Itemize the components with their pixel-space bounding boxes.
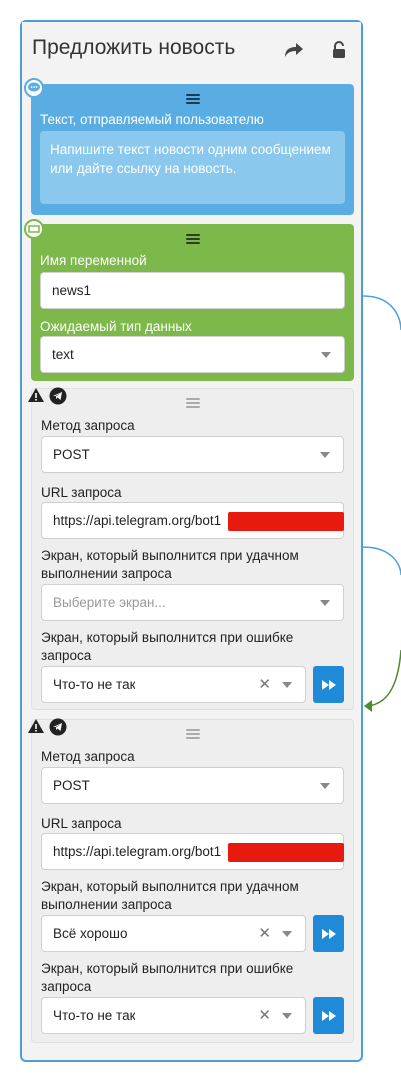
fast-forward-icon	[321, 1010, 336, 1021]
method-value: POST	[53, 778, 90, 793]
chevron-down-icon	[320, 783, 330, 789]
card-header: Предложить новость	[22, 22, 361, 78]
warning-icon	[27, 718, 45, 739]
input-field-icon	[24, 219, 44, 239]
error-screen-value: Что-то не так	[53, 1008, 136, 1023]
chat-bubble-icon	[24, 78, 44, 98]
message-text[interactable]: Напишите текст новости одним сообщением …	[40, 131, 345, 204]
connector-line	[362, 546, 401, 576]
chevron-down-icon	[321, 352, 331, 358]
drag-handle-icon[interactable]	[185, 234, 200, 244]
success-screen-value: Всё хорошо	[53, 926, 128, 941]
error-screen-value: Что-то не так	[53, 677, 136, 692]
connector-arrow	[364, 700, 372, 712]
success-screen-placeholder: Выберите экран...	[53, 595, 166, 610]
url-label: URL запроса	[41, 485, 122, 500]
method-value: POST	[53, 447, 90, 462]
drag-handle-icon[interactable]	[185, 398, 200, 408]
method-label: Метод запроса	[41, 418, 135, 433]
fast-forward-icon	[321, 928, 336, 939]
url-input[interactable]: https://api.telegram.org/bot1	[41, 502, 344, 539]
error-screen-label: Экран, который выполнится при ошибке зап…	[41, 630, 294, 663]
data-type-select[interactable]: text	[40, 336, 345, 373]
clear-icon[interactable]: ✕	[258, 924, 271, 942]
drag-handle-icon[interactable]	[185, 94, 200, 104]
variable-name-label: Имя переменной	[40, 253, 147, 268]
chevron-down-icon	[320, 600, 330, 606]
go-to-screen-button[interactable]	[313, 666, 344, 703]
http-request-block[interactable]: Метод запроса POST URL запроса https://a…	[31, 719, 354, 1043]
input-block[interactable]: Имя переменной news1 Ожидаемый тип данны…	[31, 224, 354, 381]
data-type-label: Ожидаемый тип данных	[40, 319, 192, 334]
error-screen-select[interactable]: Что-то не так ✕	[41, 666, 306, 703]
success-screen-label: Экран, который выполнится при удачном вы…	[41, 879, 299, 912]
error-screen-select[interactable]: Что-то не так ✕	[41, 997, 306, 1034]
url-value: https://api.telegram.org/bot1	[53, 513, 222, 528]
method-label: Метод запроса	[41, 749, 135, 764]
method-select[interactable]: POST	[41, 767, 344, 804]
telegram-icon	[49, 718, 67, 741]
clear-icon[interactable]: ✕	[258, 675, 271, 693]
chevron-down-icon	[282, 682, 292, 688]
http-request-block[interactable]: Метод запроса POST URL запроса https://a…	[31, 388, 354, 710]
url-input[interactable]: https://api.telegram.org/bot1	[41, 833, 344, 870]
share-arrow-icon[interactable]	[282, 38, 306, 62]
variable-name-value: news1	[52, 283, 92, 298]
success-screen-label: Экран, который выполнится при удачном вы…	[41, 548, 299, 581]
clear-icon[interactable]: ✕	[258, 1006, 271, 1024]
warning-icon	[27, 387, 45, 408]
screen-title: Предложить новость	[32, 36, 236, 59]
variable-name-input[interactable]: news1	[40, 272, 345, 309]
connector-line	[362, 295, 401, 331]
telegram-icon	[49, 387, 67, 410]
data-type-value: text	[52, 347, 74, 362]
error-screen-label: Экран, который выполнится при ошибке зап…	[41, 961, 294, 994]
go-to-screen-button[interactable]	[313, 997, 344, 1034]
message-block[interactable]: Текст, отправляемый пользователю Напишит…	[31, 84, 354, 215]
connector-line	[367, 649, 401, 707]
redaction-mark	[228, 843, 344, 862]
unlock-icon[interactable]	[327, 38, 351, 62]
success-screen-select[interactable]: Всё хорошо ✕	[41, 915, 306, 952]
go-to-screen-button[interactable]	[313, 915, 344, 952]
url-label: URL запроса	[41, 816, 122, 831]
drag-handle-icon[interactable]	[185, 729, 200, 739]
message-label: Текст, отправляемый пользователю	[40, 112, 264, 127]
chevron-down-icon	[282, 931, 292, 937]
screen-card: Предложить новость Текст, отправляемый п…	[20, 20, 363, 1062]
fast-forward-icon	[321, 679, 336, 690]
redaction-mark	[228, 512, 344, 531]
url-value: https://api.telegram.org/bot1	[53, 844, 222, 859]
method-select[interactable]: POST	[41, 436, 344, 473]
chevron-down-icon	[282, 1013, 292, 1019]
chevron-down-icon	[320, 452, 330, 458]
success-screen-select[interactable]: Выберите экран...	[41, 584, 344, 621]
